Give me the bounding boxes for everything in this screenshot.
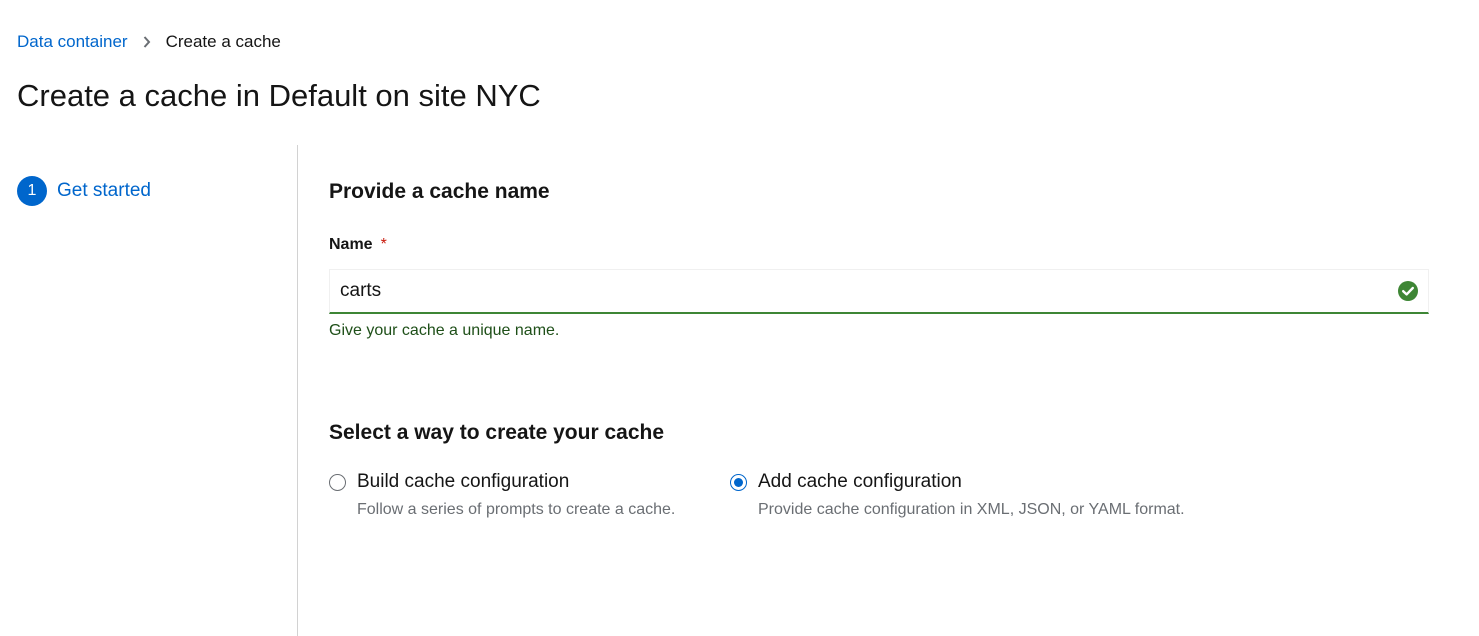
step-label: Get started (57, 180, 151, 201)
radio-add-configuration[interactable] (730, 473, 747, 491)
radio-build-description: Follow a series of prompts to create a c… (357, 501, 676, 518)
radio-add-row[interactable]: Add cache configuration (730, 471, 1185, 493)
cache-name-section-title: Provide a cache name (329, 180, 550, 203)
radio-add-label[interactable]: Add cache configuration (758, 471, 962, 493)
radio-add-description: Provide cache configuration in XML, JSON… (758, 501, 1185, 518)
name-label-text: Name (329, 236, 373, 253)
radio-build-configuration[interactable] (329, 473, 346, 491)
breadcrumb: Data container Create a cache (17, 31, 281, 53)
radio-option-add: Add cache configuration Provide cache co… (730, 471, 1185, 519)
name-field-label: Name * (329, 236, 387, 254)
wizard-nav: 1 Get started (0, 145, 298, 636)
radio-build-row[interactable]: Build cache configuration (329, 471, 675, 493)
step-number: 1 (17, 176, 47, 206)
radio-selected-dot (734, 477, 743, 487)
wizard-body: Provide a cache name Name * Give your cac… (329, 145, 1429, 636)
cache-name-field (329, 269, 1429, 314)
breadcrumb-current: Create a cache (165, 32, 281, 51)
cache-name-helper-text: Give your cache a unique name. (329, 322, 560, 339)
chevron-right-icon (128, 31, 166, 53)
required-marker: * (380, 236, 387, 253)
create-method-section-title: Select a way to create your cache (329, 421, 665, 444)
breadcrumb-link-data-container[interactable]: Data container (17, 32, 128, 52)
page-title: Create a cache in Default on site NYC (17, 78, 541, 113)
radio-option-build: Build cache configuration Follow a serie… (329, 471, 675, 519)
cache-name-input[interactable] (330, 270, 1428, 312)
check-circle-icon (1398, 281, 1418, 301)
wizard-step-get-started[interactable]: 1 Get started (17, 176, 151, 206)
radio-build-label[interactable]: Build cache configuration (357, 471, 569, 493)
